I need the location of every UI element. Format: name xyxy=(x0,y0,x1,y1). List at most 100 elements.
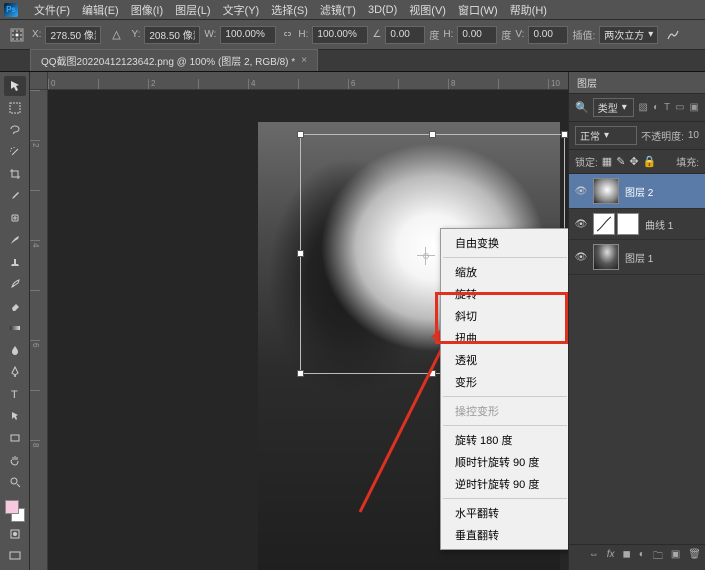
menu-layer[interactable]: 图层(L) xyxy=(169,0,216,21)
layer-style-icon[interactable]: fx xyxy=(607,549,615,566)
close-icon[interactable]: × xyxy=(301,55,307,66)
transform-handle-l[interactable] xyxy=(297,250,304,257)
lock-all-icon[interactable]: 🔒 xyxy=(643,155,657,168)
magic-wand-tool[interactable] xyxy=(4,142,26,162)
warp-mode-icon[interactable] xyxy=(662,24,684,46)
ctx-warp[interactable]: 变形 xyxy=(441,371,568,393)
link-layers-icon[interactable]: ⇔ xyxy=(589,549,599,566)
filter-type-icon[interactable]: T xyxy=(664,102,670,113)
layer-mask-thumbnail[interactable] xyxy=(617,213,639,235)
screen-mode-tool[interactable] xyxy=(4,546,26,566)
visibility-icon[interactable]: 👁 xyxy=(575,218,587,230)
link-icon[interactable] xyxy=(280,28,294,42)
angle-input[interactable] xyxy=(385,26,425,44)
lock-transparent-icon[interactable]: ▦ xyxy=(602,155,612,168)
group-icon[interactable]: 🗀 xyxy=(653,549,663,566)
type-tool[interactable]: T xyxy=(4,384,26,404)
ctx-rotate-180[interactable]: 旋转 180 度 xyxy=(441,429,568,451)
menu-edit[interactable]: 编辑(E) xyxy=(76,0,125,21)
delete-layer-icon[interactable]: 🗑 xyxy=(688,549,701,566)
menu-type[interactable]: 文字(Y) xyxy=(217,0,266,21)
blend-mode-dropdown[interactable]: 正常▾ xyxy=(575,126,637,145)
transform-handle-tl[interactable] xyxy=(297,131,304,138)
lock-position-icon[interactable]: ✥ xyxy=(629,155,638,168)
filter-shape-icon[interactable]: ▭ xyxy=(675,102,684,113)
transform-handle-b[interactable] xyxy=(429,370,436,377)
delta-icon[interactable]: △ xyxy=(105,24,127,46)
layer-thumbnail[interactable] xyxy=(593,178,619,204)
menu-help[interactable]: 帮助(H) xyxy=(504,0,553,21)
menu-file[interactable]: 文件(F) xyxy=(28,0,76,21)
layer-name-label[interactable]: 图层 2 xyxy=(625,184,653,199)
layer-row[interactable]: 👁 曲线 1 xyxy=(569,209,705,240)
canvas-area[interactable]: 0 2 4 6 8 10 2 4 6 8 xyxy=(30,72,568,570)
filter-smart-icon[interactable]: ▣ xyxy=(690,102,699,113)
layer-row[interactable]: 👁 图层 1 xyxy=(569,240,705,275)
path-selection-tool[interactable] xyxy=(4,406,26,426)
transform-handle-tr[interactable] xyxy=(561,131,568,138)
ctx-perspective[interactable]: 透视 xyxy=(441,349,568,371)
ctx-free-transform[interactable]: 自由变换 xyxy=(441,232,568,254)
color-swatches[interactable] xyxy=(5,500,25,522)
history-brush-tool[interactable] xyxy=(4,274,26,294)
h-input[interactable] xyxy=(312,26,368,44)
layer-name-label[interactable]: 图层 1 xyxy=(625,250,653,265)
filter-pixel-icon[interactable]: ▧ xyxy=(638,102,647,113)
document-tab[interactable]: QQ截图20220412123642.png @ 100% (图层 2, RGB… xyxy=(30,49,318,71)
ruler-origin[interactable] xyxy=(30,72,48,90)
adjustment-layer-icon[interactable]: ◐ xyxy=(639,549,645,566)
menu-select[interactable]: 选择(S) xyxy=(265,0,314,21)
quick-mask-tool[interactable] xyxy=(4,524,26,544)
crop-tool[interactable] xyxy=(4,164,26,184)
layers-panel-tab[interactable]: 图层 xyxy=(569,72,705,94)
layer-row[interactable]: 👁 图层 2 xyxy=(569,174,705,209)
rectangle-tool[interactable] xyxy=(4,428,26,448)
new-layer-icon[interactable]: ▣ xyxy=(671,549,680,566)
reference-point-icon[interactable] xyxy=(6,24,28,46)
menu-window[interactable]: 窗口(W) xyxy=(452,0,504,21)
layer-mask-icon[interactable]: ◼ xyxy=(622,549,630,566)
menu-view[interactable]: 视图(V) xyxy=(403,0,452,21)
y-input[interactable] xyxy=(144,26,200,44)
transform-pivot-icon[interactable] xyxy=(420,250,432,262)
ctx-flip-vertical[interactable]: 垂直翻转 xyxy=(441,524,568,546)
eraser-tool[interactable] xyxy=(4,296,26,316)
healing-brush-tool[interactable] xyxy=(4,208,26,228)
transform-handle-t[interactable] xyxy=(429,131,436,138)
move-tool[interactable] xyxy=(4,76,26,96)
ruler-horizontal[interactable]: 0 2 4 6 8 10 xyxy=(48,72,568,90)
ctx-scale[interactable]: 缩放 xyxy=(441,261,568,283)
opacity-value[interactable]: 10 xyxy=(688,130,699,141)
skew-v-input[interactable] xyxy=(528,26,568,44)
transform-handle-bl[interactable] xyxy=(297,370,304,377)
ctx-rotate-ccw-90[interactable]: 逆时针旋转 90 度 xyxy=(441,473,568,495)
layer-thumbnail[interactable] xyxy=(593,244,619,270)
blur-tool[interactable] xyxy=(4,340,26,360)
lock-pixel-icon[interactable]: ✎ xyxy=(616,155,625,168)
adjustment-thumbnail[interactable] xyxy=(593,213,615,235)
pen-tool[interactable] xyxy=(4,362,26,382)
filter-type-dropdown[interactable]: 类型▾ xyxy=(593,98,635,117)
ctx-rotate[interactable]: 旋转 xyxy=(441,283,568,305)
gradient-tool[interactable] xyxy=(4,318,26,338)
ctx-rotate-cw-90[interactable]: 顺时针旋转 90 度 xyxy=(441,451,568,473)
foreground-color-swatch[interactable] xyxy=(5,500,19,514)
visibility-icon[interactable]: 👁 xyxy=(575,185,587,197)
ctx-flip-horizontal[interactable]: 水平翻转 xyxy=(441,502,568,524)
interpolation-dropdown[interactable]: 两次立方▾ xyxy=(599,26,658,44)
w-input[interactable] xyxy=(220,26,276,44)
layer-name-label[interactable]: 曲线 1 xyxy=(645,217,673,232)
ctx-skew[interactable]: 斜切 xyxy=(441,305,568,327)
brush-tool[interactable] xyxy=(4,230,26,250)
eyedropper-tool[interactable] xyxy=(4,186,26,206)
clone-stamp-tool[interactable] xyxy=(4,252,26,272)
lasso-tool[interactable] xyxy=(4,120,26,140)
menu-3d[interactable]: 3D(D) xyxy=(362,1,403,19)
filter-adjust-icon[interactable]: ◐ xyxy=(653,102,659,113)
marquee-tool[interactable] xyxy=(4,98,26,118)
menu-filter[interactable]: 滤镜(T) xyxy=(314,0,362,21)
menu-image[interactable]: 图像(I) xyxy=(125,0,169,21)
skew-h-input[interactable] xyxy=(457,26,497,44)
zoom-tool[interactable] xyxy=(4,472,26,492)
hand-tool[interactable] xyxy=(4,450,26,470)
